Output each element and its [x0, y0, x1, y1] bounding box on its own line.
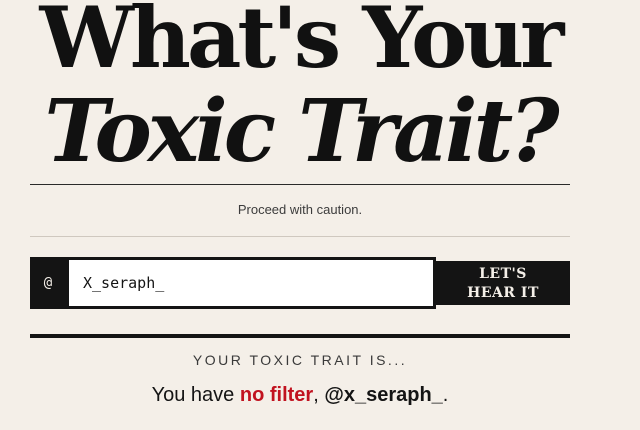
result-separator: ,: [313, 384, 325, 406]
page-title-line-1: What's Your: [39, 0, 565, 87]
result-divider: [30, 334, 570, 338]
submit-label-line-1: LET'S: [479, 266, 527, 282]
middle-divider: [30, 236, 570, 237]
submit-label-line-2: HEAR IT: [467, 285, 539, 301]
result-handle: @x_seraph_: [324, 384, 443, 406]
handle-input[interactable]: [66, 257, 436, 309]
result-trait: no filter: [239, 384, 314, 406]
result-label: YOUR TOXIC TRAIT IS...: [192, 352, 408, 368]
at-prefix-label: @: [30, 257, 66, 309]
page-title-line-2: Toxic Trait?: [44, 81, 559, 182]
result-suffix: .: [442, 384, 449, 406]
result-prefix: You have: [151, 384, 240, 406]
lets-hear-it-button[interactable]: LET'S HEAR IT: [436, 261, 570, 305]
handle-form: @ LET'S HEAR IT: [30, 257, 570, 309]
result-text: You have no filter, @x_seraph_.: [0, 384, 600, 407]
tagline: Proceed with caution.: [237, 202, 363, 217]
top-divider: [30, 184, 570, 185]
